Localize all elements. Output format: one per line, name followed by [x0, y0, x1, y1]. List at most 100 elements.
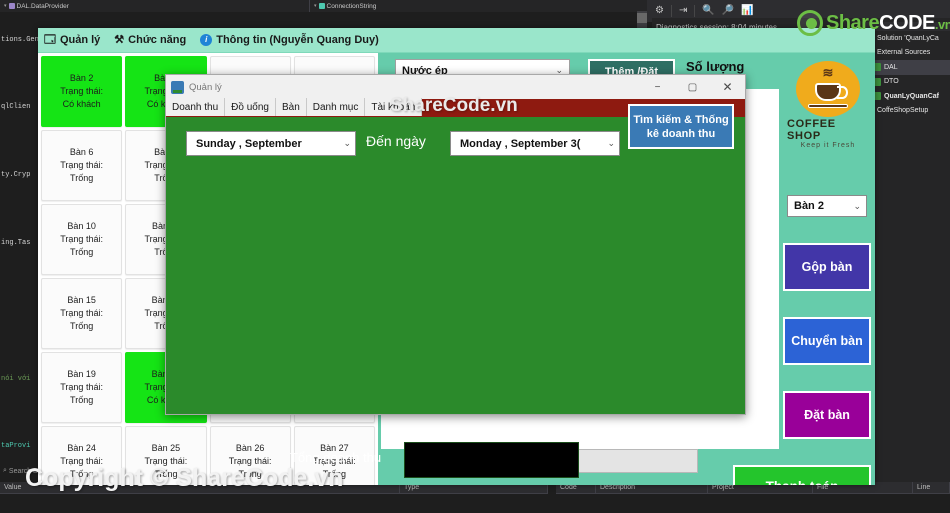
book-table-button[interactable]: Đặt bàn: [783, 391, 871, 439]
property-icon: [318, 3, 325, 9]
table-cell-name: Bàn 2: [69, 73, 94, 83]
menu-label: Quản lý: [59, 34, 101, 46]
recycle-ring-icon: [797, 10, 823, 36]
divider: [694, 5, 696, 17]
chevron-down-icon: ⌄: [607, 138, 615, 148]
brand-code: CODE: [879, 11, 935, 34]
revenue-results-grid[interactable]: [167, 171, 744, 393]
dialog-tab[interactable]: Danh mục: [306, 98, 366, 116]
info-icon: i: [200, 34, 213, 46]
table-cell-status-value: Trống: [70, 247, 94, 257]
search-icon: ⌕: [3, 467, 7, 474]
solution-item-label: DAL: [884, 63, 898, 71]
steam-icon: ≋: [822, 65, 834, 80]
date-to-label: Đến ngày: [366, 133, 426, 149]
menu-label: Thông tin (Nguyễn Quang Duy): [216, 34, 379, 46]
total-revenue-field[interactable]: [404, 442, 579, 478]
table-cell-status-label: Trạng thái:: [60, 86, 103, 96]
date-from-picker[interactable]: Sunday , September ⌄: [186, 131, 356, 156]
divider: [670, 5, 672, 17]
table-cell-name: Bàn 24: [67, 443, 96, 453]
table-cell[interactable]: Bàn 6 Trạng thái: Trống: [41, 130, 123, 201]
brand-share: Share: [826, 11, 880, 34]
maximize-icon[interactable]: ▢: [675, 75, 710, 99]
solution-item-label: DTO: [884, 78, 899, 86]
nav-dropdown-type[interactable]: ▾ DAL.DataProvider: [0, 0, 310, 12]
scrollbar-thumb[interactable]: [637, 13, 647, 23]
total-revenue-label: Tổng doanh thu: [290, 450, 382, 465]
window-controls: − ▢ ✕: [640, 75, 745, 99]
dialog-title-label: Quản lý: [189, 81, 222, 93]
menu-label: Chức năng: [128, 34, 187, 46]
checkout-button[interactable]: Thanh toán: [733, 465, 871, 485]
table-cell-status-label: Trạng thái:: [60, 308, 103, 318]
table-cell[interactable]: Bàn 15 Trạng thái: Trống: [41, 278, 123, 349]
table-cell-status-value: Trống: [70, 321, 94, 331]
export-icon[interactable]: ⇥: [679, 6, 687, 16]
dialog-watermark: ShareCode.vn: [390, 95, 518, 116]
chevron-down-icon: ⌄: [853, 200, 861, 211]
brand-tld: .vn: [934, 16, 950, 32]
dialog-tab[interactable]: Bàn: [275, 98, 307, 116]
logo-subtitle: Keep it Fresh: [800, 142, 856, 149]
table-cell[interactable]: Bàn 10 Trạng thái: Trống: [41, 204, 123, 275]
date-to-value: Monday , September 3(: [460, 137, 581, 150]
nav-type-label: DAL.DataProvider: [16, 2, 69, 10]
date-to-picker[interactable]: Monday , September 3( ⌄: [450, 131, 620, 156]
menu-item-quan-ly[interactable]: 🗔 Quản lý: [44, 34, 100, 46]
logo-title: COFFEE SHOP: [787, 118, 836, 142]
chart-icon[interactable]: 📊: [741, 6, 753, 16]
settings-gear-icon[interactable]: ⚙: [655, 6, 664, 16]
table-cell-status-value: Trống: [70, 395, 94, 405]
solution-item-dto[interactable]: ▸ DTO: [862, 75, 950, 90]
table-cell-status-label: Trạng thái:: [60, 382, 103, 392]
table-cell[interactable]: Bàn 2 Trạng thái: Có khách: [41, 56, 123, 127]
dialog-tab[interactable]: Doanh thu: [166, 98, 226, 116]
solution-item-quanlyquancaf[interactable]: ▸ QuanLyQuanCaf: [862, 89, 950, 104]
solution-item-label: QuanLyQuanCaf: [884, 92, 939, 100]
ide-navigation-bar: ▾ DAL.DataProvider ▾ ConnectionString: [0, 0, 655, 12]
solution-item-coffeshopsetup[interactable]: CoffeShopSetup: [862, 104, 950, 119]
app-menu-bar: 🗔 Quản lý ⚒ Chức năng i Thông tin (Nguyễ…: [38, 28, 875, 53]
checkout-label: Thanh toán: [766, 479, 839, 486]
minimize-icon[interactable]: −: [640, 75, 675, 99]
search-revenue-button[interactable]: Tìm kiếm & Thống kê doanh thu: [628, 104, 734, 149]
solution-explorer: Solution 'QuanLyCa External Sources ▸ DA…: [862, 22, 950, 482]
table-cell[interactable]: Bàn 19 Trạng thái: Trống: [41, 352, 123, 423]
solution-item-dal[interactable]: ▸ DAL: [862, 60, 950, 75]
zoom-in-icon[interactable]: 🔍: [702, 6, 714, 16]
dialog-body: Sunday , September ⌄ Đến ngày Monday , S…: [166, 117, 745, 478]
merge-table-button[interactable]: Gộp bàn: [783, 243, 871, 291]
menu-item-chuc-nang[interactable]: ⚒ Chức năng: [114, 34, 186, 46]
menu-item-thong-tin[interactable]: i Thông tin (Nguyễn Quang Duy): [200, 34, 379, 46]
logo-circle: ≋: [796, 61, 860, 117]
error-col-line: Line: [913, 481, 950, 494]
namespace-icon: [8, 3, 15, 9]
table-select[interactable]: Bàn 2 ⌄: [787, 195, 867, 217]
management-icon: 🗔: [44, 33, 56, 46]
table-cell-status-value: Có khách: [62, 99, 101, 109]
table-cell-status-label: Trạng thái:: [60, 234, 103, 244]
table-cell-status-label: Trạng thái:: [60, 160, 103, 170]
date-from-value: Sunday , September: [196, 137, 302, 150]
zoom-out-icon[interactable]: 🔎: [722, 6, 734, 16]
app-window-icon: [171, 80, 184, 94]
table-cell-name: Bàn 10: [67, 221, 96, 231]
sharecode-wordmark: ShareCODE.vn: [826, 12, 950, 35]
solution-item-label: CoffeShopSetup: [877, 107, 929, 115]
saucer-icon: [808, 104, 848, 108]
solution-item-external-sources[interactable]: External Sources: [862, 46, 950, 61]
move-table-button[interactable]: Chuyển bàn: [783, 317, 871, 365]
dialog-tab[interactable]: Đồ uống: [225, 98, 276, 116]
nav-member-label: ConnectionString: [326, 2, 377, 10]
nav-dropdown-member[interactable]: ▾ ConnectionString: [310, 0, 655, 12]
sharecode-watermark-logo: ShareCODE.vn: [797, 8, 950, 38]
table-cell-status-value: Trống: [70, 173, 94, 183]
chevron-down-icon: ▾: [4, 3, 7, 9]
move-table-label: Chuyển bàn: [791, 334, 863, 348]
control-panel: ≋ COFFEE SHOP Keep it Fresh Bàn 2 ⌄ Gộp …: [733, 53, 875, 485]
chevron-down-icon: ▾: [314, 3, 317, 9]
tools-icon: ⚒: [114, 33, 125, 46]
merge-table-label: Gộp bàn: [801, 260, 853, 274]
close-icon[interactable]: ✕: [710, 75, 745, 99]
